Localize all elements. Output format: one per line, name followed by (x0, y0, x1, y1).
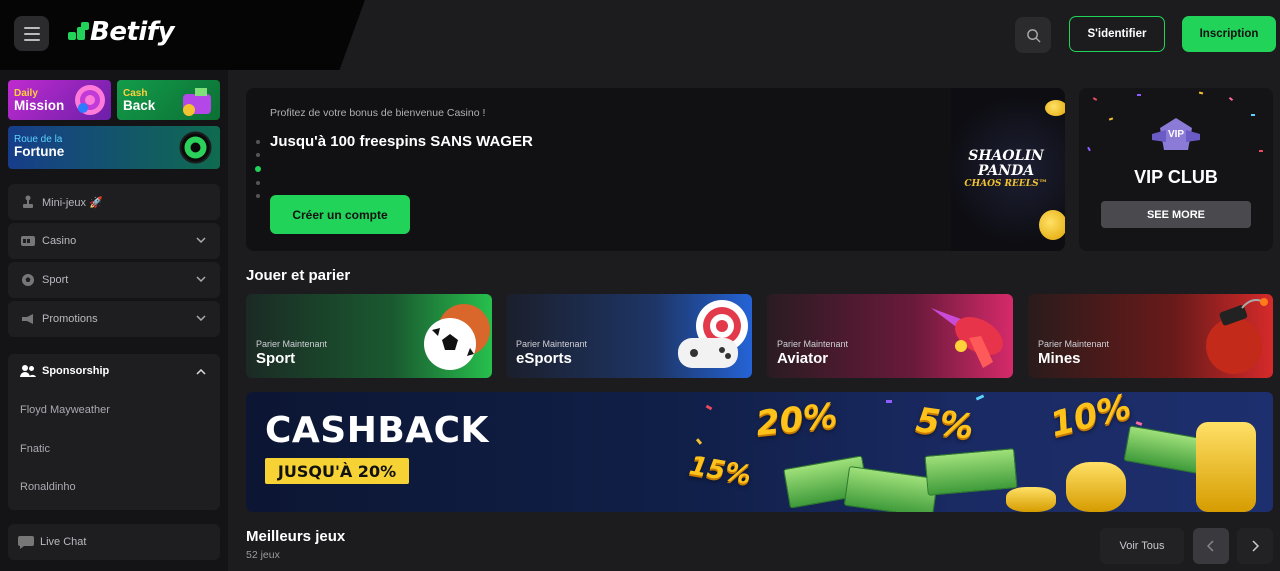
site-logo[interactable]: Betify (68, 17, 175, 47)
search-icon (1026, 28, 1041, 43)
sponsorship-header[interactable]: Sponsorship (20, 365, 109, 377)
airplane-icon (931, 308, 1003, 368)
svg-text:VIP: VIP (1168, 129, 1184, 140)
sidebar-item-casino[interactable]: Casino (8, 223, 220, 259)
sponsorship-section: Sponsorship Floyd Mayweather Fnatic Rona… (8, 354, 220, 510)
gamepad-target-icon (678, 300, 748, 368)
login-button[interactable]: S'identifier (1069, 16, 1165, 52)
chat-bubble-icon (18, 536, 34, 549)
create-account-button[interactable]: Créer un compte (270, 195, 410, 234)
coin-icon (1045, 100, 1065, 116)
cashback-tag: JUSQU'À 20% (265, 458, 409, 484)
best-games-title: Meilleurs jeux (246, 528, 346, 545)
signup-button[interactable]: Inscription (1182, 16, 1276, 52)
sidebar-item-promotions[interactable]: Promotions (8, 301, 220, 337)
percent-5: 5% (913, 400, 977, 448)
daily-mission-tile[interactable]: Daily Mission (8, 80, 111, 120)
cashback-banner[interactable]: CASHBACK JUSQU'À 20% 20% 5% 10% 15% (246, 392, 1273, 512)
sponsor-item[interactable]: Floyd Mayweather (20, 404, 110, 416)
banner-title: Jusqu'à 100 freespins SANS WAGER (270, 133, 533, 150)
slot-machine-icon (20, 233, 36, 249)
chevron-down-icon (196, 313, 206, 324)
cashback-title: CASHBACK (265, 410, 489, 451)
category-card-mines[interactable]: Parier Maintenant Mines (1028, 294, 1273, 378)
menu-button[interactable] (14, 16, 49, 51)
play-section-title: Jouer et parier (246, 267, 351, 284)
percent-15: 15% (686, 450, 754, 492)
coin-icon (1039, 210, 1065, 240)
fortune-wheel-tile[interactable]: Roue de la Fortune (8, 126, 220, 169)
chevron-up-icon[interactable] (196, 366, 206, 378)
hamburger-icon (23, 26, 40, 29)
shaolin-panda-art: SHAOLIN PANDA CHAOS REELS™ (951, 88, 1065, 251)
target-icon (75, 85, 105, 115)
chevron-down-icon (196, 274, 206, 285)
see-more-button[interactable]: SEE MORE (1101, 201, 1251, 228)
bomb-icon (1206, 298, 1268, 374)
live-chat-button[interactable]: Live Chat (8, 524, 220, 560)
soccer-ball-icon (424, 304, 490, 370)
sidebar-item-sport[interactable]: Sport (8, 262, 220, 298)
percent-20: 20% (754, 395, 840, 445)
logo-mark-icon (68, 22, 89, 42)
vip-club-title: VIP CLUB (1134, 167, 1218, 187)
cashback-tile[interactable]: Cash Back (117, 80, 220, 120)
category-card-esports[interactable]: Parier Maintenant eSports (506, 294, 752, 378)
wallet-icon (183, 88, 211, 116)
soccer-ball-icon (20, 272, 36, 288)
percent-10: 10% (1046, 392, 1136, 446)
search-button[interactable] (1015, 17, 1051, 53)
carousel-next-button[interactable] (1237, 528, 1273, 564)
chevron-right-icon (1252, 540, 1259, 552)
logo-text: Betify (90, 17, 175, 47)
chevron-down-icon (196, 235, 206, 246)
carousel-prev-button[interactable] (1193, 528, 1229, 564)
carousel-dots (255, 140, 261, 198)
joystick-icon (20, 194, 36, 210)
sponsor-item[interactable]: Ronaldinho (20, 481, 76, 493)
welcome-bonus-banner[interactable]: Profitez de votre bonus de bienvenue Cas… (246, 88, 1065, 251)
wheel-icon (179, 131, 212, 164)
users-icon (20, 365, 36, 377)
chevron-left-icon (1207, 540, 1214, 552)
logo-area-background (0, 0, 365, 70)
sponsor-item[interactable]: Fnatic (20, 443, 50, 455)
sidebar: Daily Mission Cash Back Roue de la Fortu… (0, 70, 228, 571)
best-games-count: 52 jeux (246, 549, 280, 561)
sidebar-item-mini-games[interactable]: Mini-jeux 🚀 (8, 184, 220, 220)
banner-subtitle: Profitez de votre bonus de bienvenue Cas… (270, 107, 486, 119)
category-card-sport[interactable]: Parier Maintenant Sport (246, 294, 492, 378)
category-card-aviator[interactable]: Parier Maintenant Aviator (767, 294, 1013, 378)
vip-badge-icon: VIP (1152, 118, 1200, 150)
megaphone-icon (20, 311, 36, 327)
view-all-button[interactable]: Voir Tous (1100, 528, 1184, 564)
vip-club-card[interactable]: VIP VIP CLUB SEE MORE (1079, 88, 1273, 251)
top-bar: Betify S'identifier Inscription (0, 0, 1280, 70)
